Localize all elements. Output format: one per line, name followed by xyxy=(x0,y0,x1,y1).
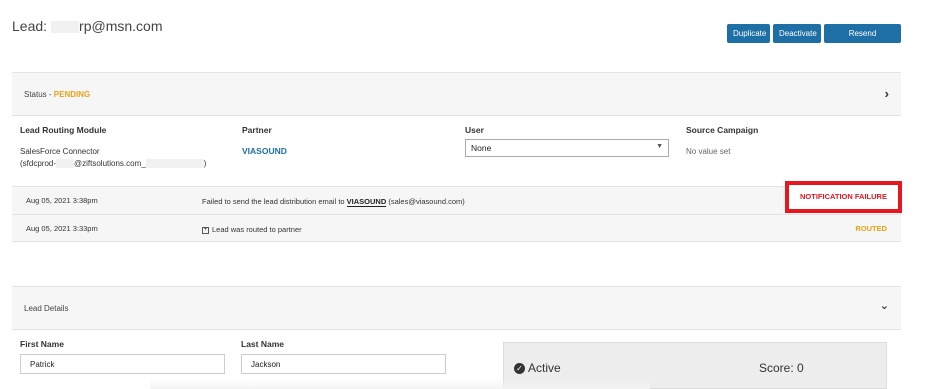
user-select-value: None xyxy=(471,143,492,153)
log-row: Aug 05, 2021 3:38pm Failed to send the l… xyxy=(12,186,901,214)
active-indicator: ✓ Active xyxy=(514,361,561,375)
lead-routing-module-header: Lead Routing Module xyxy=(20,125,107,135)
log-message-text: (sales@viasound.com) xyxy=(386,197,465,206)
partner-link[interactable]: VIASOUND xyxy=(346,197,387,207)
status-panel-header[interactable]: Status - PENDING › xyxy=(12,72,901,116)
user-header: User xyxy=(465,125,484,135)
resend-notification-button[interactable]: Resend Notification xyxy=(824,24,901,57)
caret-down-icon: ▼ xyxy=(656,143,663,150)
source-campaign-header: Source Campaign xyxy=(686,125,759,135)
lead-details-panel-header[interactable]: Lead Details ⌄ xyxy=(12,286,901,330)
module-name: SalesForce Connector xyxy=(20,147,100,156)
first-name-field[interactable]: Patrick xyxy=(20,354,225,374)
lead-email: rp@msn.com xyxy=(79,18,163,34)
last-name-field[interactable]: Jackson xyxy=(241,354,446,374)
bottom-shadow xyxy=(150,379,650,389)
log-message-text: Lead was routed to partner xyxy=(212,225,302,234)
lead-routing-module-value: SalesForce Connector (sfdcprod- @ziftsolu… xyxy=(20,146,206,170)
last-name-label: Last Name xyxy=(241,339,284,349)
log-date: Aug 05, 2021 3:38pm xyxy=(26,196,98,205)
redacted-block xyxy=(51,21,80,34)
partner-link[interactable]: VIASOUND xyxy=(242,146,287,156)
module-account-part: @ziftsolutions.com_ xyxy=(74,159,146,168)
log-message-text: Failed to send the lead distribution ema… xyxy=(202,197,347,206)
log-message: Failed to send the lead distribution ema… xyxy=(202,197,465,207)
notification-failure-status: NOTIFICATION FAILURE xyxy=(785,181,902,213)
plus-square-icon[interactable]: + xyxy=(202,226,209,234)
status-prefix: Status - xyxy=(24,90,54,99)
score-value: Score: 0 xyxy=(759,361,804,375)
log-row: Aug 05, 2021 3:33pm + Lead was routed to … xyxy=(12,214,901,242)
deactivate-button[interactable]: Deactivate xyxy=(773,24,821,43)
partner-header: Partner xyxy=(242,125,272,135)
chevron-down-icon[interactable]: ⌄ xyxy=(880,299,889,312)
module-account: (sfdcprod- @ziftsolutions.com_) xyxy=(20,158,206,170)
redacted-block xyxy=(145,159,204,169)
log-date: Aug 05, 2021 3:33pm xyxy=(26,224,98,233)
page-title: Lead: rp@msn.com xyxy=(12,18,163,34)
user-select[interactable]: None ▼ xyxy=(465,139,669,157)
first-name-label: First Name xyxy=(20,339,64,349)
lead-details-label: Lead Details xyxy=(24,304,69,313)
status-badge: PENDING xyxy=(53,90,91,99)
check-circle-icon: ✓ xyxy=(514,363,525,375)
log-message: + Lead was routed to partner xyxy=(202,225,302,234)
active-text: Active xyxy=(528,361,561,375)
source-campaign-value: No value set xyxy=(686,147,731,156)
duplicate-button[interactable]: Duplicate xyxy=(727,24,770,43)
chevron-right-icon[interactable]: › xyxy=(885,86,889,101)
routed-status: ROUTED xyxy=(855,224,887,233)
module-account-part: (sfdcprod- xyxy=(20,159,57,168)
status-label: Status - PENDING xyxy=(24,90,90,99)
redacted-block xyxy=(56,159,75,169)
module-account-part: ) xyxy=(203,159,207,168)
lead-prefix: Lead: xyxy=(12,18,48,34)
